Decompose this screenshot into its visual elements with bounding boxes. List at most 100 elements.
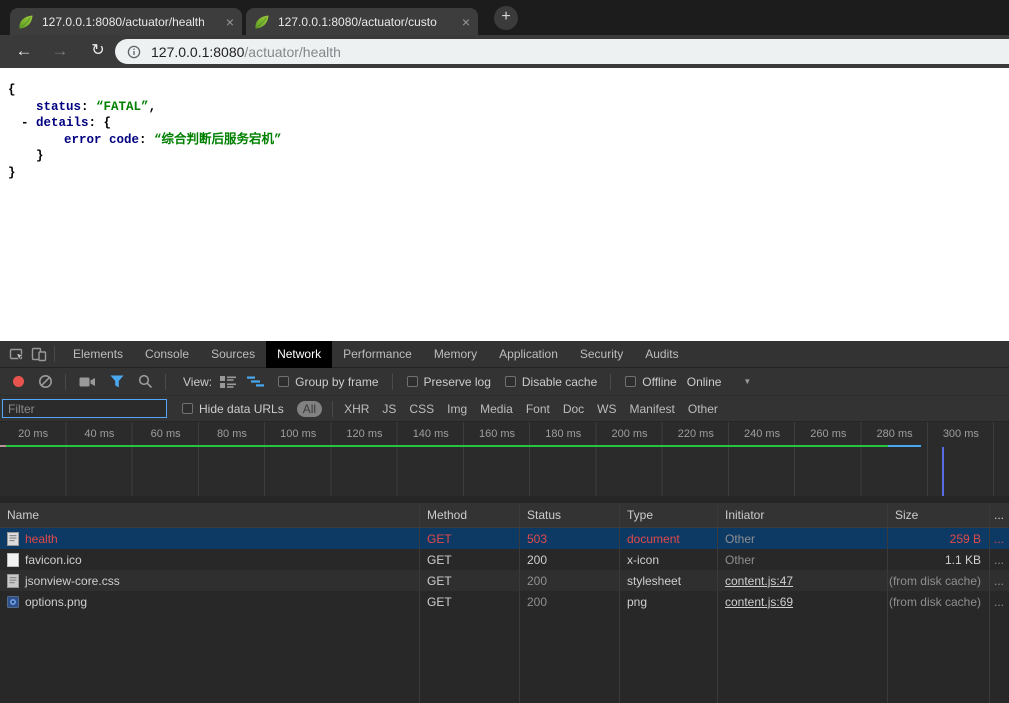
large-request-rows-icon[interactable] — [220, 375, 237, 389]
column-header-initiator[interactable]: Initiator — [718, 503, 888, 527]
load-bar-blue-segment — [888, 445, 921, 447]
initiator-link[interactable]: content.js:69 — [725, 595, 793, 609]
reload-button[interactable]: ↻ — [86, 39, 110, 63]
spring-leaf-icon — [18, 14, 34, 30]
overview-load-bar — [0, 445, 1009, 447]
chevron-down-icon[interactable]: ▼ — [743, 377, 751, 386]
devtools-tab-audits[interactable]: Audits — [634, 341, 689, 368]
request-method: GET — [420, 591, 520, 612]
timeline-tick: 140 ms — [398, 422, 464, 447]
devtools-tab-memory[interactable]: Memory — [423, 341, 488, 368]
network-toolbar: View: Group by frame Preserve log Disabl… — [0, 368, 1009, 396]
column-header-type[interactable]: Type — [620, 503, 718, 527]
show-overview-icon[interactable] — [247, 375, 264, 388]
request-size: (from disk cache) — [888, 570, 990, 591]
preserve-log-checkbox[interactable]: Preserve log — [407, 375, 491, 389]
devtools-tab-bar: Elements Console Sources Network Perform… — [0, 341, 1009, 368]
filter-type-xhr[interactable]: XHR — [344, 402, 369, 416]
search-icon[interactable] — [138, 374, 153, 389]
devtools-tab-application[interactable]: Application — [488, 341, 569, 368]
column-header-method[interactable]: Method — [420, 503, 520, 527]
load-bar-green-segment — [6, 445, 888, 447]
filter-type-font[interactable]: Font — [526, 402, 550, 416]
info-icon[interactable] — [127, 45, 141, 59]
table-row-health[interactable]: health GET 503 document Other 259 B ... — [0, 528, 1009, 549]
filter-input[interactable] — [2, 399, 167, 418]
document-icon — [7, 574, 19, 588]
request-name: jsonview-core.css — [25, 574, 120, 588]
offline-checkbox[interactable]: Offline — [625, 375, 676, 389]
json-value-error-code: “综合判断后服务宕机” — [154, 133, 282, 147]
timeline-tick: 40 ms — [66, 422, 132, 447]
filter-type-css[interactable]: CSS — [409, 402, 434, 416]
request-size: (from disk cache) — [888, 591, 990, 612]
timeline-tick: 160 ms — [464, 422, 530, 447]
request-waterfall: ... — [990, 528, 1009, 549]
devtools-tab-elements[interactable]: Elements — [62, 341, 134, 368]
disable-cache-checkbox[interactable]: Disable cache — [505, 375, 597, 389]
filter-type-all[interactable]: All — [297, 401, 322, 417]
column-header-status[interactable]: Status — [520, 503, 620, 527]
json-collapser[interactable]: - — [21, 115, 29, 132]
timeline-tick: 240 ms — [729, 422, 795, 447]
column-header-waterfall[interactable]: ... — [990, 503, 1009, 527]
throttling-select[interactable]: Online — [687, 375, 722, 389]
request-type: png — [620, 591, 718, 612]
timeline-tick: 80 ms — [199, 422, 265, 447]
tab-close-icon[interactable]: × — [226, 14, 234, 30]
table-empty-area — [0, 612, 1009, 703]
address-bar[interactable]: 127.0.0.1:8080/actuator/health — [115, 39, 1009, 64]
request-initiator: Other — [718, 549, 888, 570]
tab-close-icon[interactable]: × — [462, 14, 470, 30]
filter-type-manifest[interactable]: Manifest — [630, 402, 675, 416]
timeline-tick: 220 ms — [663, 422, 729, 447]
clear-icon[interactable] — [38, 374, 53, 389]
record-button[interactable] — [13, 376, 24, 387]
new-tab-button[interactable]: + — [494, 6, 518, 30]
filter-type-img[interactable]: Img — [447, 402, 467, 416]
device-toolbar-icon[interactable] — [31, 346, 47, 362]
request-method: GET — [420, 549, 520, 570]
request-method: GET — [420, 528, 520, 549]
table-row-options-png[interactable]: options.png GET 200 png content.js:69 (f… — [0, 591, 1009, 612]
devtools-tab-sources[interactable]: Sources — [200, 341, 266, 368]
devtools-tab-security[interactable]: Security — [569, 341, 634, 368]
capture-screenshots-icon[interactable] — [79, 376, 96, 388]
filter-type-js[interactable]: JS — [382, 402, 396, 416]
url-text: 127.0.0.1:8080/actuator/health — [151, 44, 341, 60]
request-waterfall: ... — [990, 570, 1009, 591]
image-icon — [7, 595, 19, 609]
browser-tab-custom[interactable]: 127.0.0.1:8080/actuator/custo × — [246, 8, 478, 35]
request-status: 200 — [520, 549, 620, 570]
filter-funnel-icon[interactable] — [110, 375, 124, 388]
timeline-tick: 100 ms — [265, 422, 331, 447]
tab-title: 127.0.0.1:8080/actuator/custo — [278, 15, 456, 29]
filter-type-doc[interactable]: Doc — [563, 402, 584, 416]
request-name: favicon.ico — [25, 553, 82, 567]
table-row-favicon[interactable]: favicon.ico GET 200 x-icon Other 1.1 KB … — [0, 549, 1009, 570]
timeline-tick: 180 ms — [530, 422, 596, 447]
json-key-details: details — [36, 116, 89, 130]
filter-type-ws[interactable]: WS — [597, 402, 616, 416]
devtools-tab-console[interactable]: Console — [134, 341, 200, 368]
column-header-size[interactable]: Size — [888, 503, 990, 527]
devtools-tab-performance[interactable]: Performance — [332, 341, 423, 368]
inspect-element-icon[interactable] — [9, 346, 25, 362]
network-overview[interactable]: 20 ms 40 ms 60 ms 80 ms 100 ms 120 ms 14… — [0, 422, 1009, 496]
json-key-status: status — [36, 100, 81, 114]
browser-toolbar: ← → ↻ 127.0.0.1:8080/actuator/health — [0, 35, 1009, 68]
filter-type-other[interactable]: Other — [688, 402, 718, 416]
table-row-jsonview-core-css[interactable]: jsonview-core.css GET 200 stylesheet con… — [0, 570, 1009, 591]
filter-type-media[interactable]: Media — [480, 402, 513, 416]
hide-data-urls-checkbox[interactable]: Hide data URLs — [182, 402, 284, 416]
column-header-name[interactable]: Name — [0, 503, 420, 527]
timeline-tick: 260 ms — [795, 422, 861, 447]
back-button[interactable]: ← — [12, 39, 36, 63]
request-size: 1.1 KB — [888, 549, 990, 570]
initiator-link[interactable]: content.js:47 — [725, 574, 793, 588]
browser-tab-health[interactable]: 127.0.0.1:8080/actuator/health × — [10, 8, 242, 35]
group-by-frame-checkbox[interactable]: Group by frame — [278, 375, 378, 389]
view-label: View: — [183, 375, 212, 389]
forward-button[interactable]: → — [48, 39, 72, 63]
devtools-tab-network[interactable]: Network — [266, 341, 332, 368]
